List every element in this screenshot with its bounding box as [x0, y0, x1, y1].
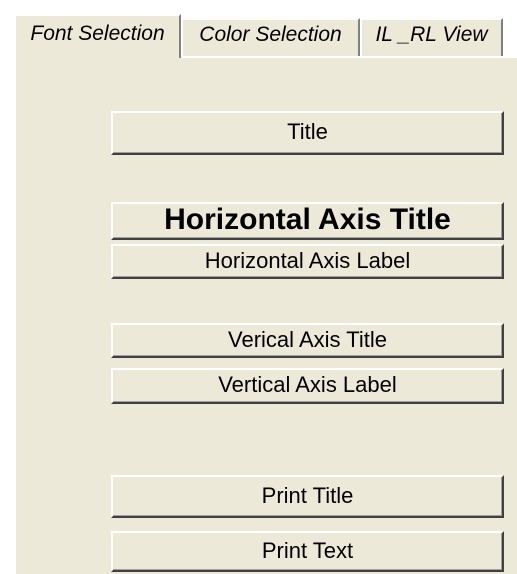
print-title-font-button-label: Print Title: [261, 483, 354, 508]
font-selection-panel: Title Horizontal Axis Title Horizontal A…: [14, 56, 517, 574]
horizontal-axis-title-font-button[interactable]: Horizontal Axis Title: [111, 202, 504, 240]
horizontal-axis-title-font-button-label: Horizontal Axis Title: [164, 203, 451, 236]
title-font-button[interactable]: Title: [111, 111, 504, 155]
print-text-font-button-label: Print Text: [261, 538, 354, 563]
vertical-axis-label-font-button[interactable]: Vertical Axis Label: [111, 368, 504, 404]
horizontal-axis-label-font-button[interactable]: Horizontal Axis Label: [111, 244, 504, 279]
tab-il-rl-view[interactable]: IL _RL View: [360, 18, 503, 56]
tab-color-selection-label: Color Selection: [199, 23, 342, 46]
tab-il-rl-view-label: IL _RL View: [375, 23, 488, 46]
tab-font-selection[interactable]: Font Selection: [14, 14, 181, 58]
vertical-axis-title-font-button[interactable]: Verical Axis Title: [111, 323, 504, 358]
title-font-button-label: Title: [287, 119, 328, 144]
font-selection-dialog: Font Selection Color Selection IL _RL Vi…: [0, 0, 517, 574]
tab-font-selection-label: Font Selection: [30, 22, 165, 45]
vertical-axis-title-font-button-label: Verical Axis Title: [228, 327, 387, 352]
print-text-font-button[interactable]: Print Text: [111, 531, 504, 572]
print-title-font-button[interactable]: Print Title: [111, 475, 504, 518]
horizontal-axis-label-font-button-label: Horizontal Axis Label: [204, 248, 411, 273]
vertical-axis-label-font-button-label: Vertical Axis Label: [218, 372, 397, 397]
tab-color-selection[interactable]: Color Selection: [181, 18, 360, 56]
